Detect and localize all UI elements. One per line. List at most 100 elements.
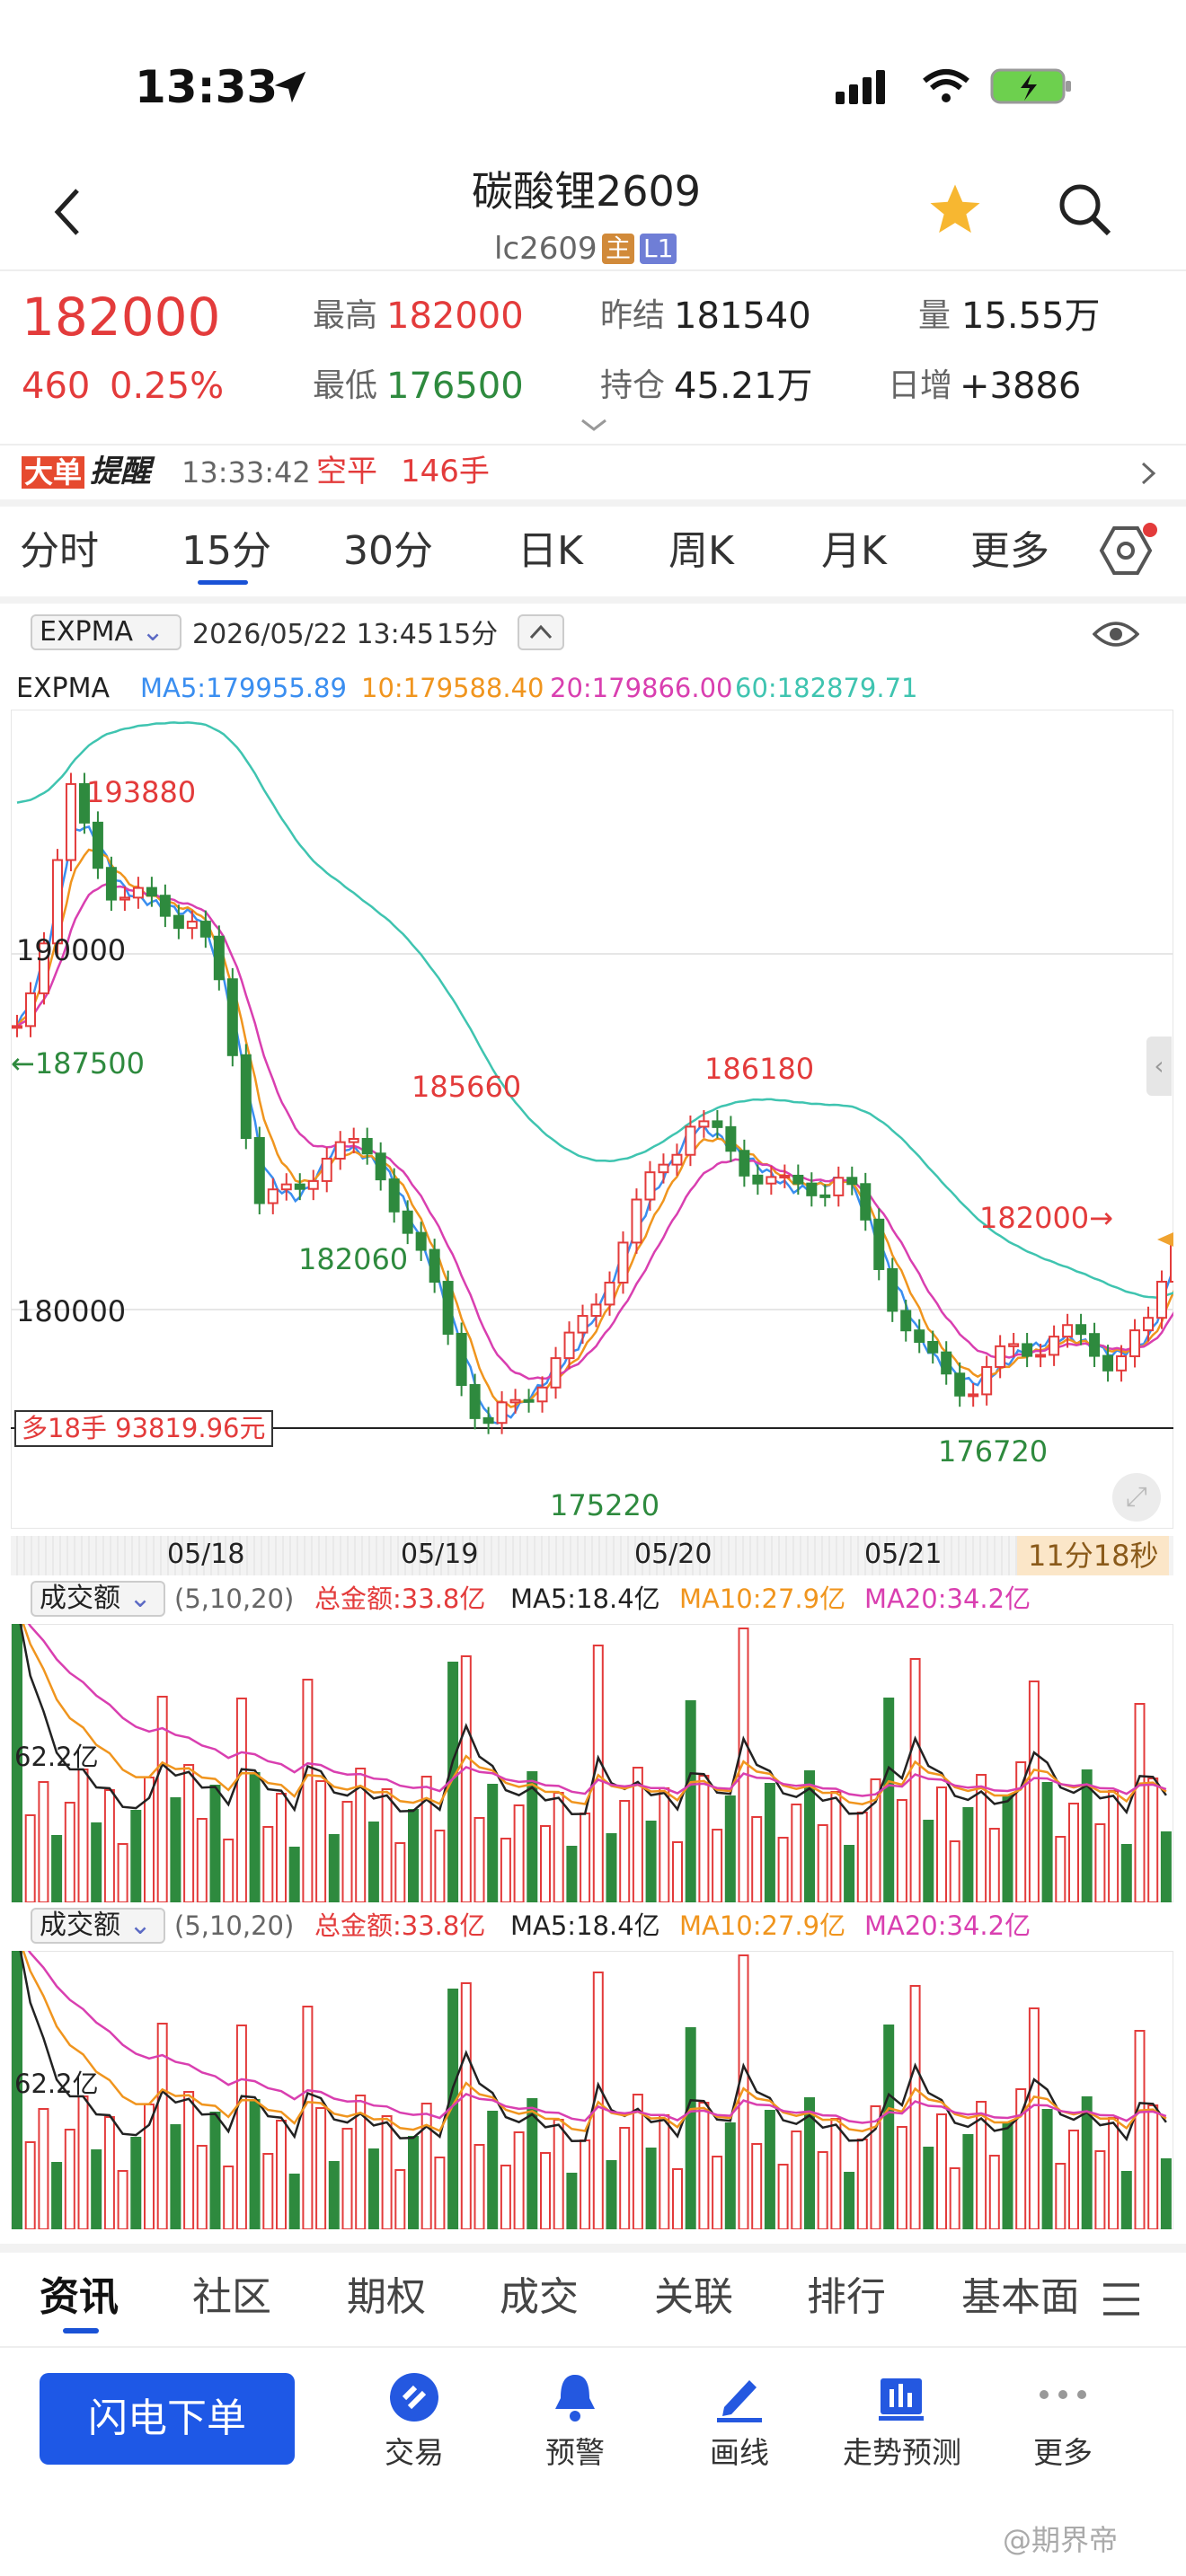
- signal-icon: [836, 70, 885, 104]
- candle-body: [24, 992, 36, 1028]
- volume-label: 量: [918, 297, 951, 334]
- volume-indicator-select-2[interactable]: 成交额 ⌄: [31, 1908, 165, 1944]
- settings-hexagon-icon[interactable]: [1098, 521, 1161, 580]
- candle-body: [105, 867, 117, 901]
- candle-body: [92, 821, 103, 869]
- chevron-down-icon: ⌄: [120, 1910, 152, 1941]
- menu-icon[interactable]: [1102, 2281, 1141, 2317]
- expma-ma60: 60:182879.71: [735, 673, 918, 703]
- volume-bar: [923, 2147, 934, 2229]
- alert-chevron-right-icon[interactable]: [1139, 460, 1157, 487]
- chevron-down-icon: ⌄: [133, 616, 164, 648]
- tab-monthly[interactable]: 月K: [821, 532, 887, 571]
- volume-bar: [434, 1830, 446, 1902]
- collapse-button[interactable]: [518, 614, 564, 650]
- search-icon[interactable]: [1057, 181, 1114, 239]
- volume-bar: [1108, 1790, 1120, 1902]
- volume-bar: [619, 1800, 631, 1902]
- candlestick-chart[interactable]: [11, 710, 1173, 1529]
- indicator-select[interactable]: EXPMA ⌄: [31, 614, 181, 650]
- candle-body: [671, 1153, 683, 1166]
- tab-intraday[interactable]: 分时: [20, 532, 99, 571]
- tab-community[interactable]: 社区: [192, 2278, 271, 2317]
- alert-qty: 146手: [401, 454, 490, 490]
- eye-icon[interactable]: [1093, 616, 1139, 652]
- tab-trades[interactable]: 成交: [500, 2278, 579, 2317]
- volume-bar: [64, 2129, 75, 2229]
- volume-ma20-2: MA20:34.2亿: [864, 1910, 1031, 1941]
- tab-daily[interactable]: 日K: [518, 532, 583, 571]
- tab-15min[interactable]: 15分: [181, 532, 271, 571]
- tab-30min[interactable]: 30分: [343, 532, 433, 571]
- volume-bar: [434, 2157, 446, 2229]
- back-icon[interactable]: [52, 185, 84, 239]
- low-label: 最低: [313, 367, 378, 404]
- volume-bar: [936, 2113, 947, 2229]
- candle-body: [226, 978, 238, 1056]
- expma-ma20: 20:179866.00: [550, 673, 733, 703]
- volume-bar: [103, 2116, 115, 2229]
- volume-bar: [553, 1792, 564, 1902]
- tab-options[interactable]: 期权: [347, 2278, 426, 2317]
- alert-type: 空平: [316, 454, 377, 490]
- volume-ma20: MA20:34.2亿: [864, 1584, 1031, 1614]
- candle-body: [1143, 1317, 1155, 1332]
- flash-order-button[interactable]: 闪电下单: [40, 2373, 295, 2465]
- volume-bar: [791, 1804, 802, 1902]
- volume-bar: [367, 1822, 379, 1902]
- pen-icon[interactable]: [713, 2371, 766, 2423]
- volume-bar: [1041, 2109, 1053, 2229]
- candle-body: [644, 1171, 656, 1201]
- candle-body: [119, 896, 130, 901]
- candle-body: [375, 1152, 386, 1181]
- volume-chart[interactable]: [11, 1624, 1173, 1902]
- expand-chevron-icon[interactable]: [579, 417, 609, 435]
- bar-countdown: 11分18秒: [1017, 1536, 1170, 1575]
- tab-fundamentals[interactable]: 基本面: [961, 2278, 1076, 2317]
- tab-ranking[interactable]: 排行: [807, 2278, 886, 2317]
- candle-body: [698, 1120, 710, 1128]
- volume-bar: [870, 2105, 881, 2229]
- volume-bar: [130, 1810, 142, 1902]
- current-price-label: 182000→: [979, 1201, 1113, 1235]
- volume-bar: [672, 1841, 683, 1902]
- tab-related[interactable]: 关联: [654, 2278, 733, 2317]
- trade-icon[interactable]: [388, 2371, 440, 2423]
- bell-icon[interactable]: [550, 2371, 600, 2423]
- x-label-0518: 05/18: [167, 1539, 245, 1570]
- volume-bar: [632, 1767, 643, 1902]
- tab-more[interactable]: 更多: [970, 532, 1049, 571]
- volume-total: 总金额:33.8亿: [314, 1584, 486, 1614]
- volume-indicator-select[interactable]: 成交额 ⌄: [31, 1581, 165, 1617]
- local-low-label: 182060: [298, 1242, 409, 1276]
- candle-body: [12, 1025, 22, 1029]
- candle-body: [887, 1267, 898, 1312]
- volume-bar: [685, 2027, 696, 2229]
- volume-bar: [1055, 2163, 1067, 2229]
- expma-label: EXPMA: [16, 673, 111, 704]
- tab-news[interactable]: 资讯: [40, 2278, 119, 2317]
- volume-bar: [909, 1658, 921, 1902]
- favorite-star-icon[interactable]: [925, 180, 985, 239]
- more-dots-icon[interactable]: [1037, 2386, 1089, 2404]
- volume-bar: [1028, 2007, 1040, 2229]
- candle-body: [766, 1176, 777, 1185]
- fullscreen-button[interactable]: ⤢: [1112, 1473, 1161, 1522]
- volume-chart-2[interactable]: [11, 1951, 1173, 2229]
- candle-body: [388, 1178, 400, 1213]
- volume-bar: [724, 1795, 736, 1902]
- volume-bar: [381, 2115, 393, 2229]
- candle-body: [240, 1054, 252, 1139]
- volume-bar: [791, 2130, 802, 2229]
- volume-bar: [659, 1787, 670, 1902]
- volume-bar: [1068, 2130, 1079, 2229]
- tab-weekly[interactable]: 周K: [668, 532, 734, 571]
- candle-body: [523, 1398, 535, 1403]
- volume-bar: [777, 1837, 789, 1902]
- volume-bar: [235, 2025, 247, 2229]
- side-collapse-handle[interactable]: ‹: [1146, 1037, 1172, 1096]
- book-chart-icon[interactable]: [875, 2371, 927, 2423]
- volume-bar: [500, 1838, 511, 1902]
- volume-bar: [235, 1698, 247, 1902]
- alert-tag-remind: 提醒: [90, 454, 151, 490]
